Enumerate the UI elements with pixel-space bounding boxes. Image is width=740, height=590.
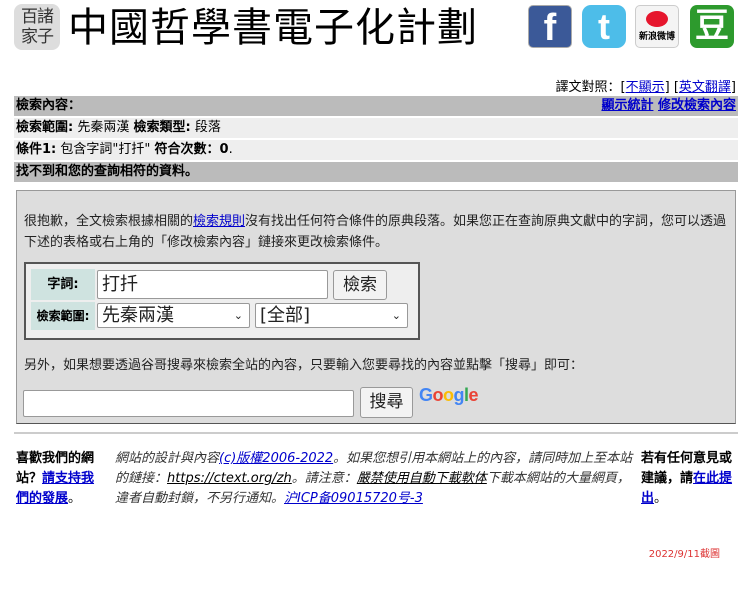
type-value: 段落 — [194, 120, 221, 135]
screenshot-date: 2022/9/11截圖 — [648, 549, 720, 560]
translation-toggle: 譯文對照：[不顯示] [英文翻譯] — [555, 80, 736, 95]
chevron-down-icon: ⌄ — [391, 309, 401, 322]
english-translation-link[interactable]: 英文翻譯 — [679, 80, 731, 95]
twitter-icon[interactable]: t — [582, 5, 626, 48]
feedback-end: 。 — [654, 491, 668, 506]
support-note: 喜歡我們的網站？請支持我們的發展。 — [16, 449, 106, 509]
search-rules-link[interactable]: 檢索規則 — [193, 214, 245, 229]
copyright-text: 網站的設計與內容 — [115, 451, 220, 466]
translation-label: 譯文對照： — [555, 80, 621, 95]
notice-text: 。請注意： — [291, 471, 357, 486]
sub-scope-selected: [全部] — [260, 305, 311, 326]
scope-select-label: 檢索範圍: — [31, 302, 95, 330]
term-label: 字詞: — [31, 269, 95, 300]
sub-scope-select[interactable]: [全部] ⌄ — [255, 303, 408, 328]
douban-icon[interactable]: 豆 — [690, 5, 734, 48]
chevron-down-icon: ⌄ — [233, 309, 243, 322]
scope-value: 先秦兩漢 — [77, 120, 130, 135]
weibo-label: 新浪微博 — [638, 31, 675, 41]
copyright-note: 網站的設計與內容(c)版權2006-2022。如果您想引用本網站上的內容，請同時… — [115, 449, 639, 509]
show-stats-link[interactable]: 顯示統計 — [601, 98, 653, 113]
search-content-bar: 檢索內容： 顯示統計 修改檢索內容 — [14, 96, 738, 116]
modify-search-link[interactable]: 修改檢索內容 — [658, 98, 736, 113]
sorry-text: 很抱歉，全文檢索根據相關的 — [24, 214, 194, 229]
search-button[interactable]: 檢索 — [333, 270, 387, 300]
site-logo[interactable]: 百諸家子 — [14, 4, 60, 50]
scope-label: 檢索範圍: — [16, 120, 74, 135]
google-logo: Google — [419, 385, 479, 405]
site-title[interactable]: 中國哲學書電子化計劃 — [68, 2, 478, 54]
scope-selected: 先秦兩漢 — [102, 305, 174, 326]
google-search-input[interactable] — [23, 390, 354, 417]
facebook-icon[interactable]: f — [528, 5, 572, 49]
condition-label: 條件1: — [16, 142, 57, 157]
no-results-bar: 找不到和您的查詢相符的資料。 — [14, 162, 738, 182]
search-scope-row: 檢索範圍: 先秦兩漢 檢索類型: 段落 — [14, 118, 738, 138]
feedback-note: 若有任何意見或建議，請在此提出。 — [641, 449, 733, 509]
match-label: 符合次數： — [154, 142, 220, 157]
search-form: 字詞: 打扦 檢索 檢索範圍: 先秦兩漢 ⌄ [全部] ⌄ — [24, 262, 420, 340]
divider — [14, 432, 738, 434]
condition-text: 包含字詞"打扦" — [60, 142, 151, 157]
google-search-hint: 另外，如果想要透過谷哥搜尋來檢索全站的內容，只要輸入您要尋找的內容並點擊「搜尋」… — [24, 358, 584, 373]
no-download-link[interactable]: 嚴禁使用自動下載軟体 — [357, 471, 487, 486]
weibo-icon[interactable]: 新浪微博 — [635, 5, 679, 48]
icp-link[interactable]: 沪ICP备09015720号-3 — [284, 491, 423, 506]
search-content-label: 檢索內容： — [16, 98, 82, 113]
weibo-eye-icon — [646, 11, 668, 27]
sorry-message: 很抱歉，全文檢索根據相關的檢索規則沒有找出任何符合條件的原典段落。如果您正在查詢… — [24, 211, 729, 253]
support-end: 。 — [68, 491, 82, 506]
scope-select[interactable]: 先秦兩漢 ⌄ — [97, 303, 250, 328]
condition-row: 條件1: 包含字詞"打扦" 符合次數：0. — [14, 140, 738, 160]
site-url-link[interactable]: https://ctext.org/zh — [167, 471, 292, 486]
no-results-panel: 很抱歉，全文檢索根據相關的檢索規則沒有找出任何符合條件的原典段落。如果您正在查詢… — [16, 190, 736, 424]
hide-translation-link[interactable]: 不顯示 — [626, 80, 665, 95]
google-search-button[interactable]: 搜尋 — [360, 387, 413, 418]
type-label: 檢索類型: — [133, 120, 191, 135]
term-input[interactable]: 打扦 — [97, 270, 328, 299]
copyright-link[interactable]: (c)版權2006-2022 — [219, 451, 333, 466]
match-count: 0 — [219, 142, 229, 157]
